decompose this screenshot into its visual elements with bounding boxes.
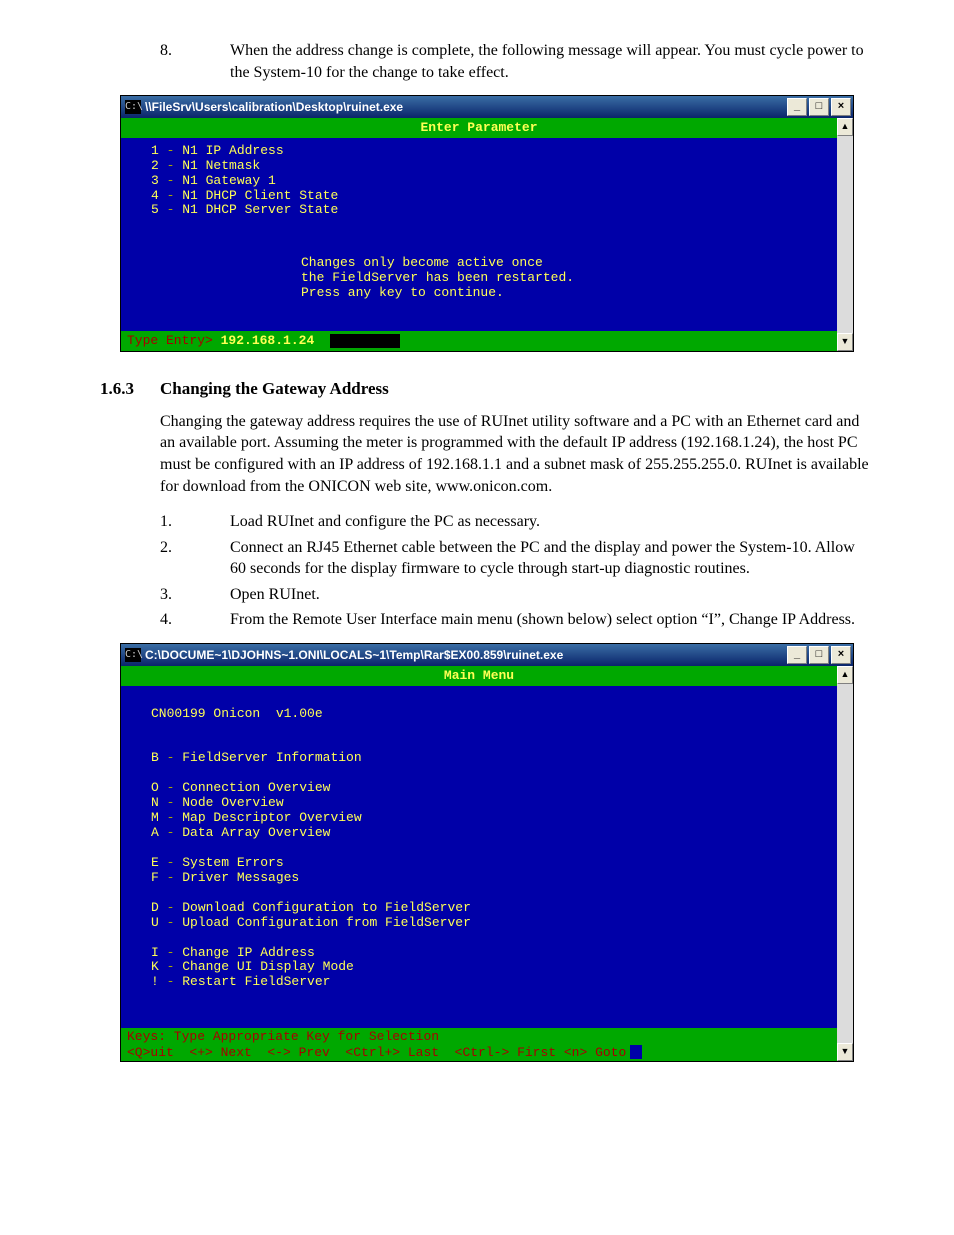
console-header: Main Menu xyxy=(121,666,837,686)
minimize-button[interactable]: _ xyxy=(787,646,807,664)
step-number: 2. xyxy=(100,537,230,580)
close-button[interactable]: × xyxy=(831,98,851,116)
cmd-icon: C:\ xyxy=(125,648,141,662)
version-line: CN00199 Onicon v1.00e xyxy=(151,706,323,721)
step-number: 8. xyxy=(100,40,230,83)
step-number: 4. xyxy=(100,609,230,631)
minimize-button[interactable]: _ xyxy=(787,98,807,116)
scroll-up-icon[interactable]: ▲ xyxy=(837,666,853,684)
menu-option[interactable]: I - Change IP Address xyxy=(151,946,825,961)
maximize-button[interactable]: □ xyxy=(809,646,829,664)
footer-line-1: Keys: Type Appropriate Key for Selection xyxy=(127,1029,439,1044)
scroll-down-icon[interactable]: ▼ xyxy=(837,1043,853,1061)
param-option[interactable]: 2 - N1 Netmask xyxy=(151,159,825,174)
menu-option[interactable]: U - Upload Configuration from FieldServe… xyxy=(151,916,825,931)
close-button[interactable]: × xyxy=(831,646,851,664)
param-option[interactable]: 1 - N1 IP Address xyxy=(151,144,825,159)
scroll-up-icon[interactable]: ▲ xyxy=(837,118,853,136)
scrollbar[interactable]: ▲ ▼ xyxy=(837,118,853,351)
scrollbar[interactable]: ▲ ▼ xyxy=(837,666,853,1061)
entry-bar[interactable]: Type Entry> 192.168.1.24 xyxy=(121,331,837,351)
console-window-main-menu: C:\ C:\DOCUME~1\DJOHNS~1.ONI\LOCALS~1\Te… xyxy=(120,643,854,1062)
step-number: 3. xyxy=(100,584,230,606)
scroll-track[interactable] xyxy=(837,684,853,1043)
param-option[interactable]: 4 - N1 DHCP Client State xyxy=(151,189,825,204)
step-number: 1. xyxy=(100,511,230,533)
numbered-step: 4. From the Remote User Interface main m… xyxy=(100,609,874,631)
menu-option[interactable]: E - System Errors xyxy=(151,856,825,871)
menu-option[interactable]: M - Map Descriptor Overview xyxy=(151,811,825,826)
parameter-options: 1 - N1 IP Address2 - N1 Netmask3 - N1 Ga… xyxy=(121,138,837,227)
param-option[interactable]: 5 - N1 DHCP Server State xyxy=(151,203,825,218)
step-text: Open RUInet. xyxy=(230,584,874,606)
maximize-button[interactable]: □ xyxy=(809,98,829,116)
main-menu-body: CN00199 Onicon v1.00e B - FieldServer In… xyxy=(121,686,837,1029)
cmd-icon: C:\ xyxy=(125,100,141,114)
numbered-step: 3. Open RUInet. xyxy=(100,584,874,606)
section-number: 1.6.3 xyxy=(100,378,160,401)
window-title: \\FileSrv\Users\calibration\Desktop\ruin… xyxy=(145,99,787,115)
title-bar: C:\ \\FileSrv\Users\calibration\Desktop\… xyxy=(121,96,853,118)
param-option[interactable]: 3 - N1 Gateway 1 xyxy=(151,174,825,189)
step-text: Connect an RJ45 Ethernet cable between t… xyxy=(230,537,874,580)
step-text: Load RUInet and configure the PC as nece… xyxy=(230,511,874,533)
numbered-step: 2. Connect an RJ45 Ethernet cable betwee… xyxy=(100,537,874,580)
cursor-icon xyxy=(630,1045,642,1059)
menu-option[interactable]: F - Driver Messages xyxy=(151,871,825,886)
menu-option[interactable]: O - Connection Overview xyxy=(151,781,825,796)
menu-option[interactable]: D - Download Configuration to FieldServe… xyxy=(151,901,825,916)
scroll-track[interactable] xyxy=(837,136,853,333)
menu-option[interactable]: B - FieldServer Information xyxy=(151,751,825,766)
menu-option[interactable]: K - Change UI Display Mode xyxy=(151,960,825,975)
cursor-icon xyxy=(330,334,400,348)
section-title: Changing the Gateway Address xyxy=(160,378,389,401)
footer-keys: Keys: Type Appropriate Key for Selection… xyxy=(121,1028,837,1061)
window-title: C:\DOCUME~1\DJOHNS~1.ONI\LOCALS~1\Temp\R… xyxy=(145,647,787,663)
entry-label: Type Entry> xyxy=(127,333,221,348)
numbered-step: 1. Load RUInet and configure the PC as n… xyxy=(100,511,874,533)
footer-line-2: <Q>uit <+> Next <-> Prev <Ctrl+> Last <C… xyxy=(127,1045,626,1060)
console-window-enter-parameter: C:\ \\FileSrv\Users\calibration\Desktop\… xyxy=(120,95,854,352)
menu-option[interactable]: A - Data Array Overview xyxy=(151,826,825,841)
console-header: Enter Parameter xyxy=(121,118,837,138)
entry-value: 192.168.1.24 xyxy=(221,333,315,348)
step-8: 8. When the address change is complete, … xyxy=(100,40,874,83)
title-bar: C:\ C:\DOCUME~1\DJOHNS~1.ONI\LOCALS~1\Te… xyxy=(121,644,853,666)
section-paragraph: Changing the gateway address requires th… xyxy=(160,411,874,497)
scroll-down-icon[interactable]: ▼ xyxy=(837,333,853,351)
section-heading: 1.6.3 Changing the Gateway Address xyxy=(100,378,874,401)
menu-option[interactable]: N - Node Overview xyxy=(151,796,825,811)
step-text: When the address change is complete, the… xyxy=(230,40,874,83)
step-text: From the Remote User Interface main menu… xyxy=(230,609,874,631)
menu-option[interactable]: ! - Restart FieldServer xyxy=(151,975,825,990)
restart-message: Changes only become active once the Fiel… xyxy=(121,226,837,331)
